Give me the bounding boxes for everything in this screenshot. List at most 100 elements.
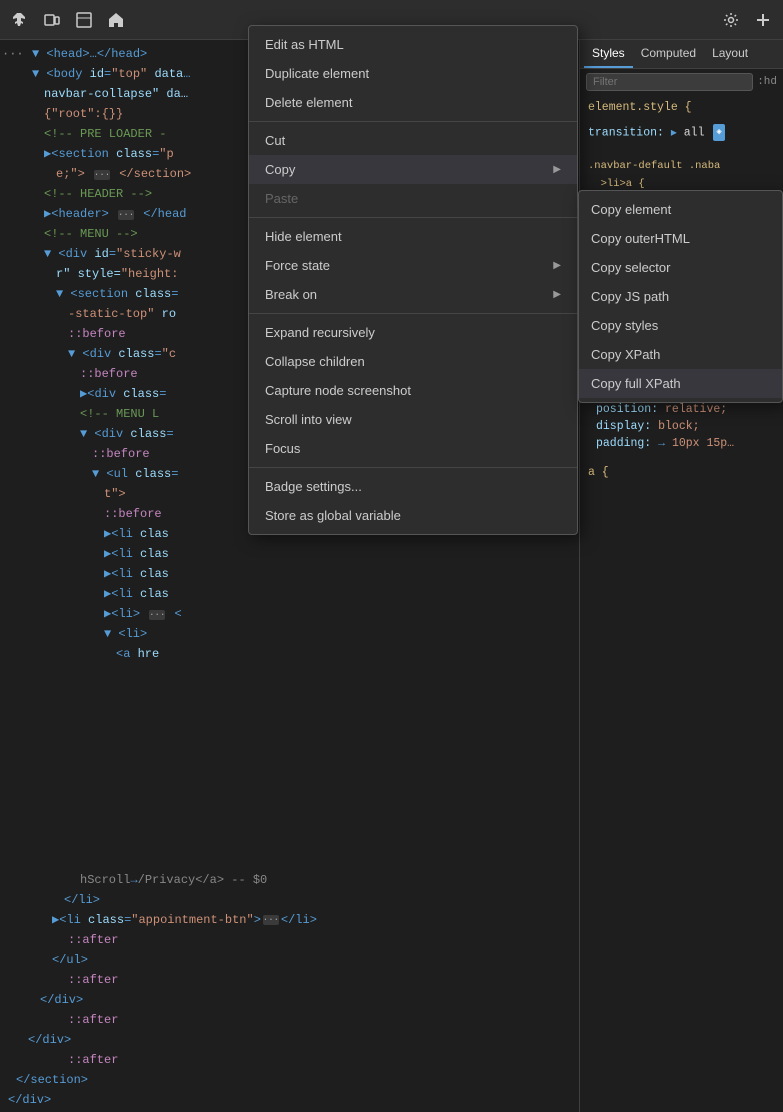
dom-tag-body: ▼ <body id="top" data… — [32, 65, 190, 83]
dom-line[interactable]: ▶<li clas — [0, 564, 579, 584]
dom-pseudo: ::before — [92, 445, 150, 463]
inspect-icon[interactable] — [8, 8, 32, 32]
menu-item-store-global[interactable]: Store as global variable — [249, 501, 577, 530]
dom-line[interactable]: <a hre — [0, 644, 579, 664]
dom-comment: <!-- HEADER --> — [44, 185, 152, 203]
menu-item-copy-outerhtml[interactable]: Copy outerHTML — [579, 224, 782, 253]
dom-bottom-section: hScroll → /Privacy</a> -- $0 </li> ▶<li … — [0, 868, 579, 1112]
filter-pseudo-hint: :hd — [757, 76, 777, 88]
dom-pseudo: ::before — [68, 325, 126, 343]
menu-item-copy-js-path[interactable]: Copy JS path — [579, 282, 782, 311]
dom-comment: <!-- PRE LOADER - — [44, 125, 166, 143]
menu-item-edit-html[interactable]: Edit as HTML — [249, 30, 577, 59]
menu-item-capture[interactable]: Capture node screenshot — [249, 376, 577, 405]
menu-item-force-state[interactable]: Force state ▶ — [249, 251, 577, 280]
dom-tag: ▶<li clas — [104, 565, 169, 583]
dom-comment: <!-- MENU L — [80, 405, 159, 423]
menu-item-copy-styles[interactable]: Copy styles — [579, 311, 782, 340]
menu-item-copy-full-xpath[interactable]: Copy full XPath — [579, 369, 782, 398]
menu-item-copy-xpath[interactable]: Copy XPath — [579, 340, 782, 369]
tab-computed[interactable]: Computed — [633, 40, 704, 68]
new-tab-icon[interactable] — [751, 8, 775, 32]
dom-bottom-line: </ul> — [0, 950, 579, 970]
css-selector: element.style { — [588, 99, 775, 116]
css-selector-a: a { — [588, 464, 775, 481]
dom-bottom-line: </li> — [0, 890, 579, 910]
menu-item-copy-element[interactable]: Copy element — [579, 195, 782, 224]
css-display: display: block; — [596, 418, 775, 435]
menu-item-break-on[interactable]: Break on ▶ — [249, 280, 577, 309]
dom-bottom-line: hScroll → /Privacy</a> -- $0 — [0, 870, 579, 890]
dom-text: e;"> ··· </section> — [56, 165, 191, 183]
css-rule-element-style: element.style { — [588, 99, 775, 116]
dom-line[interactable]: ▶<li clas — [0, 584, 579, 604]
dom-attr: t"> — [104, 485, 126, 503]
menu-item-copy[interactable]: Copy ▶ — [249, 155, 577, 184]
styles-filter-bar: :hd — [580, 69, 783, 95]
dom-bottom-line: </section> — [0, 1070, 579, 1090]
menu-item-hide[interactable]: Hide element — [249, 222, 577, 251]
dom-tag: ▶<header> ··· </head — [44, 205, 186, 223]
dom-line[interactable]: ▼ <li> — [0, 624, 579, 644]
dom-tag: ▼ <li> — [104, 625, 147, 643]
dom-line[interactable]: ▶<li clas — [0, 544, 579, 564]
device-icon[interactable] — [40, 8, 64, 32]
dom-tag: ▼ <div id="sticky-w — [44, 245, 181, 263]
dom-comment: <!-- MENU --> — [44, 225, 138, 243]
css-rule-a: a { — [588, 464, 775, 481]
menu-separator-4 — [249, 467, 577, 468]
dom-tag: ▶<li clas — [104, 545, 169, 563]
menu-item-duplicate[interactable]: Duplicate element — [249, 59, 577, 88]
menu-item-focus[interactable]: Focus — [249, 434, 577, 463]
dom-tag: ▶<section class="p — [44, 145, 174, 163]
submenu-arrow-copy: ▶ — [553, 164, 561, 175]
dom-tag: ▼ <div class= — [80, 425, 174, 443]
dom-bottom-line: ::after — [0, 1050, 579, 1070]
dom-attr: -static-top" ro — [68, 305, 176, 323]
filter-input[interactable] — [586, 73, 753, 91]
menu-item-copy-selector[interactable]: Copy selector — [579, 253, 782, 282]
dom-bottom-line: </div> — [0, 990, 579, 1010]
css-selector-navbar-default: .navbar-default .naba >li>a { — [588, 157, 775, 193]
dom-attr: r" style="height: — [56, 265, 178, 283]
submenu-arrow-force: ▶ — [553, 260, 561, 271]
dom-bottom-line: ::after — [0, 930, 579, 950]
tab-layout[interactable]: Layout — [704, 40, 756, 68]
dom-tag: ▼ <section class= — [56, 285, 178, 303]
dom-bottom-line: ::after — [0, 1010, 579, 1030]
css-property-transition: transition: ▶ all ◈ — [588, 124, 775, 143]
menu-item-expand[interactable]: Expand recursively — [249, 318, 577, 347]
dom-attr: navbar-collapse" da… — [44, 85, 188, 103]
home-icon[interactable] — [104, 8, 128, 32]
gear-icon[interactable] — [719, 8, 743, 32]
menu-item-delete[interactable]: Delete element — [249, 88, 577, 117]
menu-item-collapse[interactable]: Collapse children — [249, 347, 577, 376]
elements-icon[interactable] — [72, 8, 96, 32]
dom-tag: ▶<li clas — [104, 585, 169, 603]
menu-separator-2 — [249, 217, 577, 218]
dom-bottom-line: </div> — [0, 1090, 579, 1110]
dom-line[interactable]: ▶<li> ··· < — [0, 604, 579, 624]
dom-text: {"root":{}} — [44, 105, 123, 123]
dom-tag: ▼ <div class="c — [68, 345, 176, 363]
menu-item-badge[interactable]: Badge settings... — [249, 472, 577, 501]
dom-bottom-line: ▶<li class="appointment-btn"> ··· </li> — [0, 910, 579, 930]
css-padding: padding: → 10px 15p… — [596, 435, 775, 452]
css-rule-transition: transition: ▶ all ◈ — [588, 124, 775, 143]
tab-styles[interactable]: Styles — [584, 40, 633, 68]
menu-item-paste[interactable]: Paste — [249, 184, 577, 213]
dom-bottom-line: </div> — [0, 1030, 579, 1050]
dom-bottom-line: ::after — [0, 970, 579, 990]
menu-separator-1 — [249, 121, 577, 122]
dom-tag-head: ▼ <head>…</head> — [32, 45, 147, 63]
three-dots-left: ··· — [2, 45, 24, 63]
dom-pseudo: ::before — [80, 365, 138, 383]
menu-separator-3 — [249, 313, 577, 314]
dom-tag: ▼ <ul class= — [92, 465, 178, 483]
dom-tag: ▶<li> ··· < — [104, 605, 182, 623]
menu-item-cut[interactable]: Cut — [249, 126, 577, 155]
submenu-arrow-break: ▶ — [553, 289, 561, 300]
menu-item-scroll[interactable]: Scroll into view — [249, 405, 577, 434]
context-menu-main: Edit as HTML Duplicate element Delete el… — [248, 25, 578, 535]
dom-tag: ▶<div class= — [80, 385, 166, 403]
